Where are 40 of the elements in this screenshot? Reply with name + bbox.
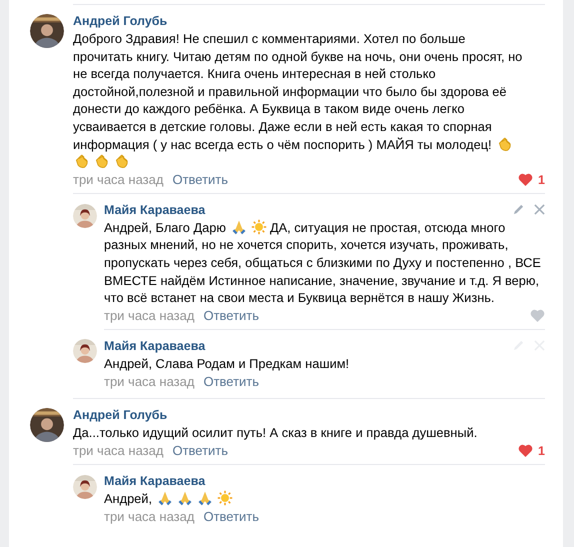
reply-link[interactable]: Ответить xyxy=(172,443,228,458)
author-name[interactable]: Майя Караваева xyxy=(104,202,206,217)
comment-time: три часа назад xyxy=(73,172,164,188)
author-name[interactable]: Майя Караваева xyxy=(104,338,206,353)
comment-time: три часа назад xyxy=(104,509,194,524)
heart-icon xyxy=(518,444,534,458)
praying-hands-icon xyxy=(157,490,174,506)
close-icon[interactable] xyxy=(534,204,545,216)
comment-text: ДА, ситуация не простая, отсюда много xyxy=(270,220,506,235)
author-name[interactable]: Майя Караваева xyxy=(104,474,206,488)
sun-icon xyxy=(250,218,267,235)
clapping-hands-icon xyxy=(114,153,130,170)
comment-time: три часа назад xyxy=(104,308,194,324)
edit-icon[interactable] xyxy=(513,204,524,216)
comment-time: три часа назад xyxy=(73,443,164,458)
heart-icon xyxy=(530,309,545,322)
comment-time: три часа назад xyxy=(104,374,194,389)
praying-hands-icon xyxy=(230,218,247,235)
comment-text: Да...только идущий осилит путь! А сказ в книге и правда душевный. xyxy=(73,425,478,440)
clapping-hands-icon xyxy=(496,136,513,152)
sun-icon xyxy=(217,490,234,506)
comment-text: Андрей, Благо Дарю xyxy=(104,220,226,235)
like-button[interactable] xyxy=(530,309,545,322)
comment-text: Андрей, Слава Родам и Предкам нашим! xyxy=(104,356,350,371)
reply-link[interactable]: Ответить xyxy=(203,374,260,389)
heart-icon xyxy=(518,173,534,186)
clapping-hands-icon xyxy=(74,153,90,170)
praying-hands-icon xyxy=(197,490,214,506)
clapping-hands-icon xyxy=(94,153,110,170)
praying-hands-icon xyxy=(177,490,194,506)
like-button[interactable]: 1 xyxy=(518,172,545,187)
like-button[interactable]: 1 xyxy=(518,444,545,458)
reply-link[interactable]: Ответить xyxy=(172,172,228,188)
comment-text: информация ( у нас всегда есть о чём поспорить ) МАЙЯ ты молодец! xyxy=(73,136,492,152)
author-name[interactable]: Андрей Голубь xyxy=(73,408,168,422)
comment-text: разных мнений, но не хочется спорить, хочется изучать, проживать, пропускать через себя, общаться с близкими по Духу и постепенно , ВСЕ ВМЕСТЕ найдём Истинное написание, значение, звучание и т.д. Я верю, что всё встанет на свои места и Буквица вернётся в нашу Жизнь. xyxy=(104,236,542,307)
reply-link[interactable]: Ответить xyxy=(203,308,260,324)
author-name[interactable]: Андрей Голубь xyxy=(73,14,168,28)
reply-link[interactable]: Ответить xyxy=(203,509,260,524)
comment-text: Андрей, xyxy=(104,490,152,506)
